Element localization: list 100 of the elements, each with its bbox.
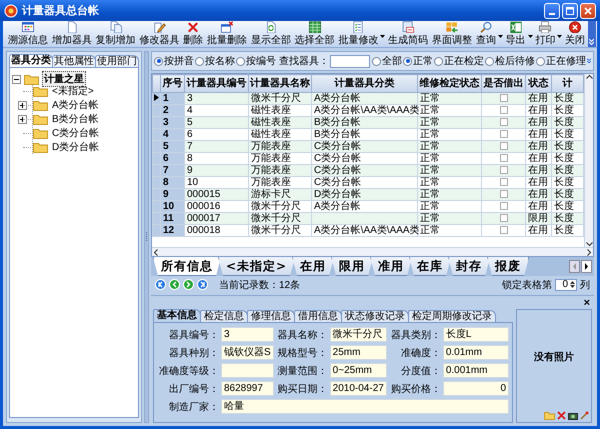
text-field[interactable]: 2010-04-27 [330,381,387,396]
expand-icon[interactable] [18,100,27,110]
checkbox[interactable] [500,130,508,138]
checkbox[interactable] [500,178,508,186]
category-tab[interactable]: 封存 [448,257,490,276]
toolbar-button[interactable]: 批量修改 [337,21,386,47]
checkbox[interactable] [500,214,508,222]
toolbar-button[interactable]: 删除 [182,21,204,47]
text-field[interactable]: 钺钦仪器S [221,345,274,360]
column-header[interactable]: 是否借出 [482,74,526,92]
toolbar-button[interactable]: 显示全部 [250,21,292,47]
tree-item[interactable]: D类分台帐 [51,140,100,154]
tree-item[interactable]: C类分台帐 [51,126,100,140]
detail-tab[interactable]: 修理信息 [247,310,295,322]
detail-tab[interactable]: 检定信息 [200,310,248,322]
text-field[interactable]: 0~25mm [330,363,387,378]
category-tab[interactable]: 在库 [409,257,452,276]
column-header[interactable]: 计量器具编号 [184,74,248,92]
toolbar-button[interactable]: 查询 [474,21,503,47]
toolbar-button[interactable]: 选择全部 [294,21,336,47]
detail-tab[interactable]: 状态修改记录 [341,310,409,322]
splitter[interactable] [144,51,149,423]
delete-icon[interactable] [557,411,566,420]
tree-item[interactable]: 计量之星 [42,71,86,87]
expand-icon[interactable] [18,114,27,124]
tree-item[interactable]: B类分台帐 [51,112,100,126]
radio-button[interactable]: 按拼音 [154,54,194,68]
search-field[interactable] [330,54,370,68]
checkbox[interactable] [500,118,508,126]
horizontal-scrollbar[interactable] [152,247,593,256]
toolbar-button[interactable]: 复制增加 [94,21,137,47]
toolbar-button[interactable]: 生成简码 [387,21,430,47]
maximize-button[interactable] [562,2,578,18]
column-header[interactable]: 序号 [160,74,184,92]
checkbox[interactable] [500,202,508,210]
column-header[interactable]: 状态 [526,74,552,92]
number-spinner[interactable]: 0 [555,278,577,290]
text-field[interactable]: 长度L [442,327,509,342]
text-field[interactable]: 0.01mm [442,345,509,360]
folder-icon[interactable] [544,411,555,420]
category-tab[interactable]: 准用 [370,257,412,276]
overflow-chevron[interactable] [588,21,596,47]
checkbox[interactable] [500,154,508,162]
detail-tab[interactable]: 检定周期修改记录 [408,310,496,322]
panel-tab[interactable]: 器具分类 [9,54,53,67]
column-header[interactable]: 计量器具分类 [312,74,418,92]
checkbox[interactable] [500,190,508,198]
close-button[interactable] [580,2,596,18]
tab-scroll-right-icon[interactable] [581,260,592,273]
detail-tab[interactable]: 基本信息 [153,309,201,322]
vertical-scrollbar[interactable] [584,74,593,247]
toolbar-button[interactable]: 批量删除 [206,21,248,47]
category-tab[interactable]: 所有信息 [153,257,221,276]
category-tab[interactable]: 限用 [331,257,374,276]
collapse-icon[interactable] [12,74,21,84]
text-field[interactable]: 8628997 [221,381,274,396]
previous-record-icon[interactable] [169,279,180,290]
tree-item[interactable]: <未指定> [51,84,95,98]
toolbar-button[interactable]: 增加器具 [50,21,93,47]
close-button[interactable]: × [582,297,592,309]
text-field[interactable]: 25mm [330,345,387,360]
column-header[interactable]: 计 [552,74,584,92]
next-record-icon[interactable] [183,279,194,290]
panel-tab[interactable]: 其他属性 [52,55,96,67]
minimize-button[interactable] [544,2,560,18]
wand-icon[interactable] [580,411,589,420]
radio-button[interactable]: 正常 [403,54,433,68]
radio-button[interactable]: 按名称 [195,54,235,68]
checkbox[interactable] [500,166,508,174]
double-chevron-icon[interactable] [587,57,591,65]
panel-tab[interactable]: 使用部门 [95,55,139,67]
checkbox[interactable] [500,94,508,102]
toolbar-button[interactable]: 溯源信息 [7,21,49,47]
checkbox[interactable] [500,106,508,114]
category-tab[interactable]: 报废 [487,257,530,276]
last-record-icon[interactable] [197,279,208,290]
text-field[interactable] [221,363,274,378]
toolbar-button[interactable]: 关闭 [564,21,586,47]
column-header[interactable]: 维修检定状态 [418,74,482,92]
toolbar-button[interactable]: 导出 [504,21,533,47]
radio-button[interactable]: 全部 [372,54,402,68]
toolbar-button[interactable]: 修改器具 [138,21,180,47]
detail-tab[interactable]: 借用信息 [294,310,342,322]
tree-item[interactable]: A类分台帐 [51,98,100,112]
text-field[interactable]: 0 [442,381,509,396]
radio-button[interactable]: 按编号 [236,54,276,68]
category-tab[interactable]: <未指定> [218,257,296,276]
camera-icon[interactable] [568,411,578,420]
toolbar-button[interactable]: 界面调整 [430,21,473,47]
text-field[interactable]: 微米千分尺 [330,327,387,342]
toolbar-button[interactable]: 打印 [534,21,562,47]
radio-button[interactable]: 正在检定 [434,54,484,68]
radio-button[interactable]: 正在修理 [536,54,586,68]
checkbox[interactable] [500,226,508,234]
category-tab[interactable]: 在用 [292,257,334,276]
text-field[interactable]: 3 [221,327,274,342]
text-field[interactable]: 哈量 [221,399,509,414]
text-field[interactable]: 0.001mm [442,363,509,378]
column-header[interactable]: 计量器具名称 [248,74,312,92]
first-record-icon[interactable] [155,279,166,290]
